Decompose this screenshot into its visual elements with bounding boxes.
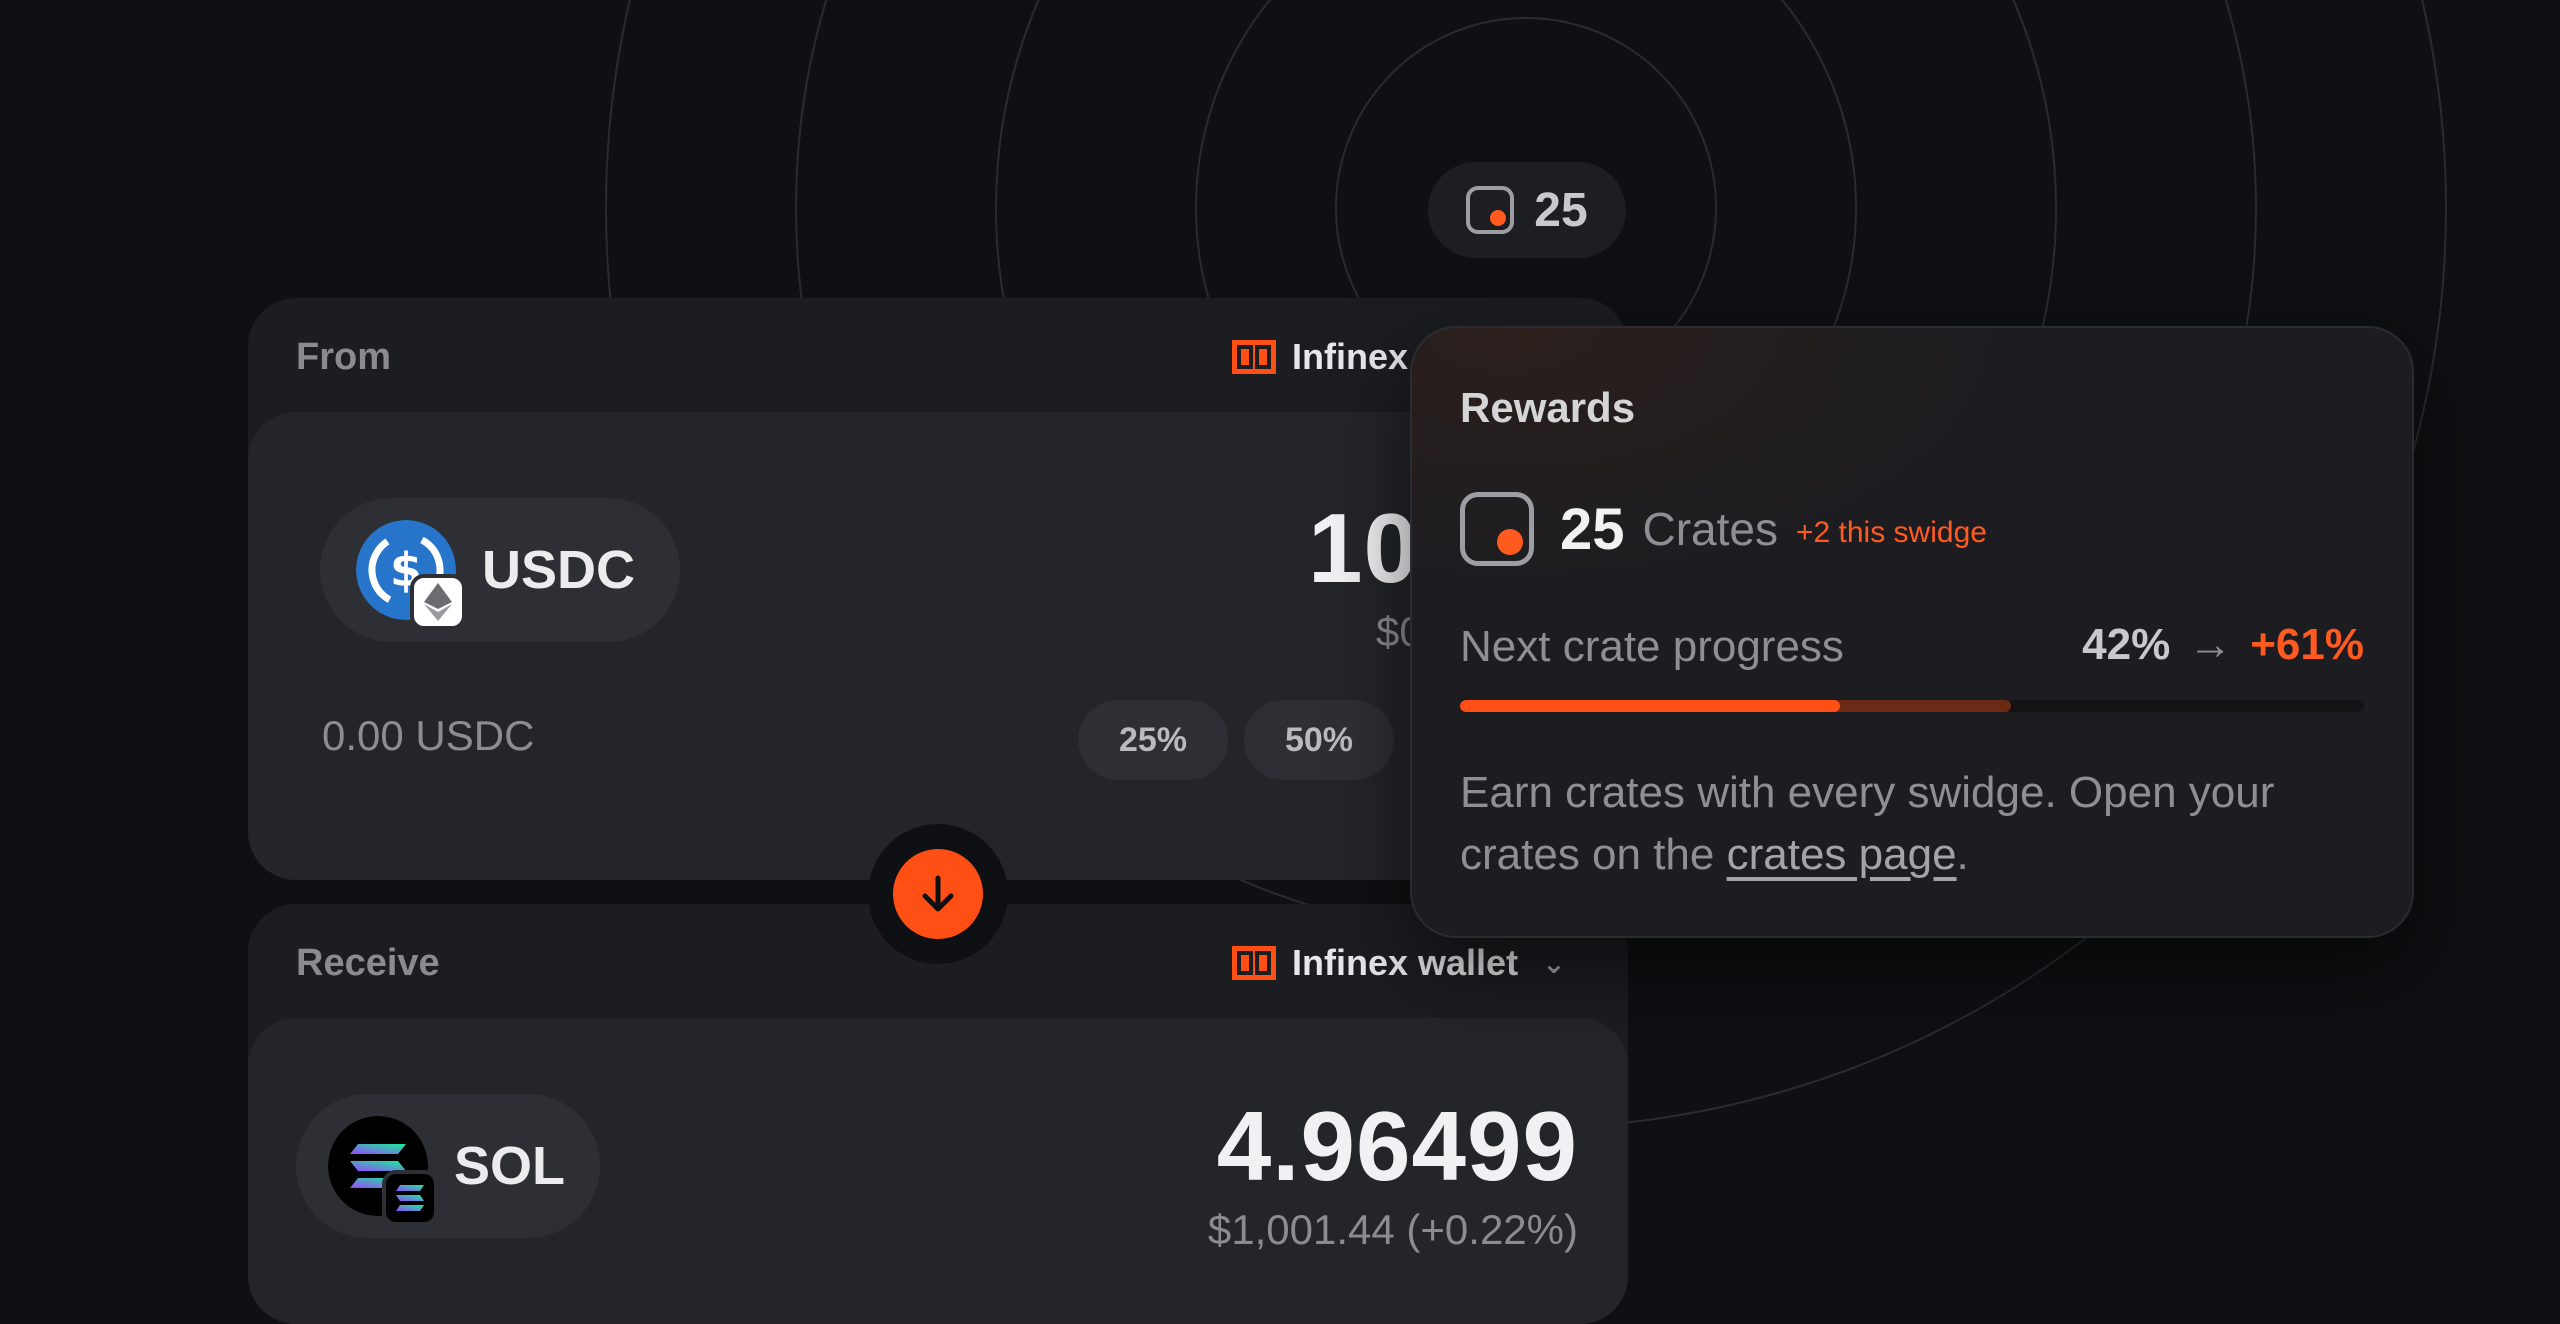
from-balance: 0.00 USDC <box>322 712 535 759</box>
rewards-crates-label: Crates <box>1642 503 1778 555</box>
receive-card-body: SOL 4.96499 $1,001.44 (+0.22%) <box>248 1018 1628 1324</box>
infinex-logo-icon <box>1232 340 1276 374</box>
receive-wallet-selector[interactable]: Infinex wallet ⌄ <box>1232 942 1566 984</box>
receive-card: Receive Infinex wallet ⌄ SOL 4.96499 $1,… <box>248 904 1628 1324</box>
infinex-logo-icon <box>1232 946 1276 980</box>
crate-icon <box>1466 186 1515 234</box>
percent-50-button[interactable]: 50% <box>1244 700 1394 780</box>
ethereum-icon <box>410 574 466 630</box>
rewards-description-end: . <box>1956 830 1969 879</box>
receive-amount: 4.96499 <box>1216 1091 1578 1201</box>
rewards-crates-row: 25 Crates +2 this swidge <box>1460 492 1987 566</box>
receive-token-selector[interactable]: SOL <box>296 1094 600 1238</box>
rewards-description: Earn crates with every swidge. Open your… <box>1460 762 2370 886</box>
from-wallet-selector[interactable]: Infinex <box>1232 336 1408 378</box>
from-amount-input[interactable]: 10 <box>1308 492 1419 605</box>
crate-counter-button[interactable]: 25 <box>1428 162 1626 258</box>
progress-values: 42% → +61% <box>2082 620 2364 670</box>
swap-direction-button[interactable] <box>893 849 983 939</box>
solana-network-icon <box>382 1170 438 1226</box>
progress-next: +61% <box>2250 620 2364 669</box>
progress-bar-current <box>1460 700 1840 712</box>
rewards-crates-count: 25 <box>1560 496 1625 562</box>
rewards-crates-delta: +2 this swidge <box>1796 516 1987 549</box>
next-crate-progress-label: Next crate progress <box>1460 622 1844 671</box>
swap-direction-container <box>868 824 1008 964</box>
progress-current: 42% <box>2082 620 2171 669</box>
percent-25-button[interactable]: 25% <box>1078 700 1228 780</box>
from-token-selector[interactable]: $ USDC <box>320 498 680 642</box>
receive-token-symbol: SOL <box>454 1136 566 1196</box>
from-label: From <box>296 336 391 378</box>
arrow-right-icon: → <box>2188 620 2233 669</box>
progress-bar <box>1460 700 2364 712</box>
rewards-title: Rewards <box>1460 384 1636 431</box>
arrow-down-icon <box>922 875 954 912</box>
solana-icon <box>328 1116 438 1226</box>
receive-wallet-name: Infinex wallet <box>1292 942 1519 983</box>
from-token-symbol: USDC <box>482 540 636 600</box>
usdc-icon: $ <box>356 520 466 630</box>
receive-label: Receive <box>296 942 440 984</box>
crate-icon <box>1460 492 1534 566</box>
receive-amount-usd: $1,001.44 (+0.22%) <box>1207 1206 1578 1253</box>
chevron-down-icon: ⌄ <box>1542 947 1566 979</box>
crate-counter-value: 25 <box>1534 183 1588 237</box>
from-wallet-name: Infinex <box>1292 336 1409 377</box>
crates-page-link[interactable]: crates page <box>1727 830 1957 879</box>
rewards-popover: Rewards 25 Crates +2 this swidge Next cr… <box>1410 326 2414 938</box>
